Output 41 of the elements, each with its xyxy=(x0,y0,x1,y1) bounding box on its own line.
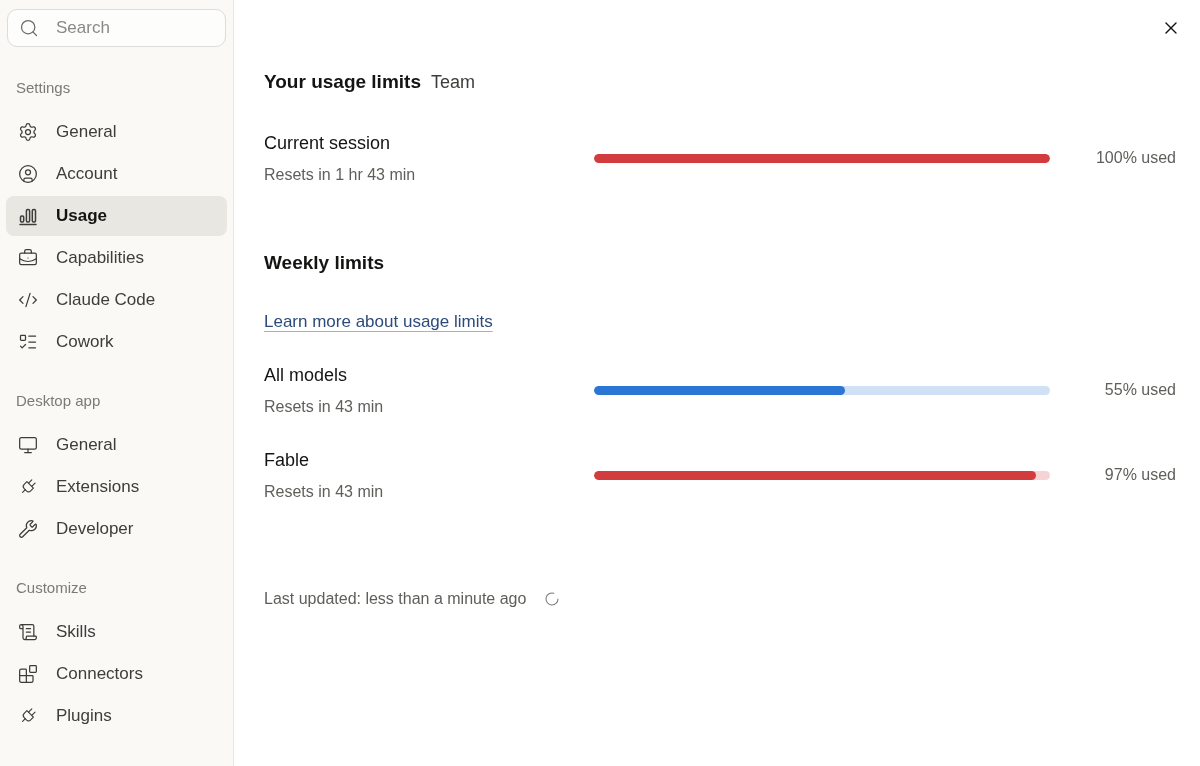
section-heading: Desktop app xyxy=(15,391,102,411)
search-icon xyxy=(19,18,39,38)
section-heading: Settings xyxy=(15,78,72,98)
sidebar-item[interactable]: Developer xyxy=(6,509,227,549)
sidebar-item[interactable]: Extensions xyxy=(6,467,227,507)
search-field[interactable]: Search xyxy=(7,9,226,47)
spinner-icon xyxy=(544,591,561,607)
user-circle-icon xyxy=(18,164,38,184)
last-updated-text: Last updated: less than a minute ago xyxy=(264,589,527,609)
sidebar-item[interactable]: Skills xyxy=(6,612,227,652)
section-title: Weekly limits xyxy=(264,251,385,275)
usage-reading: 55% used xyxy=(1103,380,1176,400)
reset-time: Resets in 43 min xyxy=(264,482,385,502)
page-title: Your usage limits xyxy=(264,70,421,94)
blocks-icon xyxy=(18,664,38,684)
sidebar-item[interactable]: Claude Code xyxy=(6,280,227,320)
limit-name: Fable xyxy=(264,449,311,472)
plan-label: Team xyxy=(430,71,475,94)
sidebar-item[interactable]: Plugins xyxy=(6,696,227,736)
sidebar-item[interactable]: Usage xyxy=(6,196,227,236)
code-icon xyxy=(18,290,38,310)
sidebar-item[interactable]: General xyxy=(6,425,227,465)
bar-chart-icon xyxy=(18,206,38,226)
sidebar-item[interactable]: Cowork xyxy=(6,322,227,362)
scroll-icon xyxy=(18,622,38,642)
usage-reading: 97% used xyxy=(1103,465,1176,485)
usage-reading: 100% used xyxy=(1094,148,1176,168)
sidebar-item[interactable]: General xyxy=(6,112,227,152)
briefcase-icon xyxy=(18,248,38,268)
sidebar-item[interactable]: Connectors xyxy=(6,654,227,694)
limit-name: All models xyxy=(264,364,349,387)
learn-more-link[interactable]: Learn more about usage limits xyxy=(264,312,493,331)
reset-time: Resets in 43 min xyxy=(264,397,385,417)
reset-time: Resets in 1 hr 43 min xyxy=(264,165,417,185)
limit-name: Current session xyxy=(264,132,392,155)
sidebar-item[interactable]: Account xyxy=(6,154,227,194)
wrench-icon xyxy=(18,519,38,539)
section-heading: Customize xyxy=(15,578,88,598)
monitor-icon xyxy=(18,435,38,455)
gear-icon xyxy=(18,122,38,142)
sidebar-item[interactable]: Capabilities xyxy=(6,238,227,278)
